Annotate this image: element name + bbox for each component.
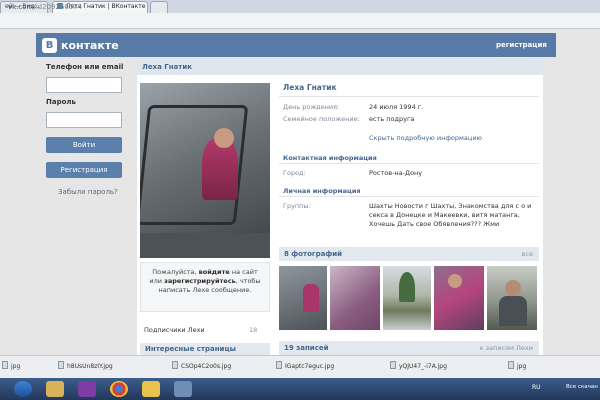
info-key-city: Город: bbox=[283, 169, 306, 177]
media-player-icon[interactable] bbox=[78, 381, 96, 397]
divider bbox=[279, 196, 539, 197]
new-tab-button[interactable] bbox=[150, 1, 168, 13]
download-item[interactable]: jpg bbox=[508, 361, 526, 373]
photo-thumb[interactable] bbox=[487, 266, 537, 330]
info-value-city[interactable]: Ростов-на-Дону bbox=[369, 169, 422, 177]
download-item[interactable]: IGaptc7eguc.jpg bbox=[276, 361, 334, 373]
photo-thumb[interactable] bbox=[279, 266, 327, 330]
info-key-relationship: Семейное положение: bbox=[283, 115, 360, 123]
register-link[interactable]: зарегистрируйтесь bbox=[164, 277, 236, 285]
personal-info-title: Личная информация bbox=[283, 187, 361, 195]
login-button[interactable]: Войти bbox=[46, 137, 122, 153]
hide-info-link[interactable]: Скрыть подробную информацию bbox=[369, 134, 482, 142]
password-label: Пароль bbox=[46, 98, 76, 106]
download-item[interactable]: jpg bbox=[2, 361, 20, 373]
file-icon bbox=[2, 361, 8, 369]
file-icon bbox=[508, 361, 514, 369]
address-bar[interactable] bbox=[0, 13, 600, 29]
chrome-icon[interactable] bbox=[110, 381, 128, 397]
write-message-box: Пожалуйста, войдите на сайт или зарегист… bbox=[140, 262, 270, 312]
download-name: yQJU47_-i7A.jpg bbox=[399, 363, 447, 370]
file-icon bbox=[390, 361, 396, 369]
subscribers-label[interactable]: Подписчики Лехи bbox=[144, 326, 205, 334]
url-host: vk.com/ bbox=[8, 3, 36, 11]
info-key-groups: Группы: bbox=[283, 202, 311, 210]
photo-thumb[interactable] bbox=[330, 266, 380, 330]
language-indicator[interactable]: RU bbox=[532, 384, 541, 391]
divider bbox=[279, 163, 539, 164]
download-item[interactable]: yQJU47_-i7A.jpg bbox=[390, 361, 447, 373]
thumb-tree bbox=[399, 272, 415, 302]
posts-title: 19 записей bbox=[284, 344, 329, 352]
profile-header-name: Леха Гнатик bbox=[142, 63, 192, 71]
app-icon[interactable] bbox=[142, 381, 160, 397]
vk-logo-text: контакте bbox=[61, 38, 119, 52]
profile-name: Леха Гнатик bbox=[283, 83, 337, 92]
info-value-relationship: есть подруга bbox=[369, 115, 415, 123]
register-button[interactable]: Регистрация bbox=[46, 162, 122, 178]
phone-input[interactable] bbox=[46, 77, 122, 93]
phone-label: Телефон или email bbox=[46, 63, 124, 71]
photos-all-link[interactable]: все bbox=[522, 250, 533, 258]
app-icon[interactable] bbox=[174, 381, 192, 397]
url-path: id209266574 bbox=[35, 3, 83, 11]
download-name: IGaptc7eguc.jpg bbox=[285, 363, 335, 370]
interesting-pages-title: Интересные страницы bbox=[145, 345, 236, 353]
download-name: jpg bbox=[517, 363, 527, 370]
forgot-password-link[interactable]: Забыли пароль? bbox=[58, 188, 118, 196]
info-key-birthday: День рождения: bbox=[283, 103, 340, 111]
header-register-link[interactable]: регистрация bbox=[496, 41, 547, 49]
address-url[interactable]: vk.com/id209266574 bbox=[8, 3, 82, 11]
file-icon bbox=[276, 361, 282, 369]
download-item[interactable]: CSOp4C2o0s.jpg bbox=[172, 361, 231, 373]
vk-logo[interactable]: В контакте bbox=[42, 37, 119, 53]
login-link[interactable]: войдите bbox=[199, 268, 230, 276]
photos-header[interactable]: 8 фотографий все bbox=[279, 247, 539, 261]
profile-photo[interactable] bbox=[140, 83, 270, 258]
photo-thumb[interactable] bbox=[383, 266, 431, 330]
thumb-person bbox=[303, 284, 319, 312]
write-message-text: Пожалуйста, войдите на сайт или зарегист… bbox=[149, 268, 261, 294]
thumb-face bbox=[448, 274, 462, 288]
vk-logo-icon: В bbox=[42, 37, 57, 53]
photo-thumb[interactable] bbox=[434, 266, 484, 330]
download-name: CSOp4C2o0s.jpg bbox=[181, 363, 232, 370]
divider bbox=[279, 96, 539, 97]
subscribers-count: 18 bbox=[249, 326, 258, 334]
file-icon bbox=[172, 361, 178, 369]
thumb-body bbox=[499, 296, 527, 326]
interesting-pages-header[interactable]: Интересные страницы bbox=[140, 343, 270, 355]
start-button-icon[interactable] bbox=[14, 381, 32, 397]
info-value-birthday[interactable]: 24 июля 1994 г. bbox=[369, 103, 423, 111]
contact-info-title: Контактная информация bbox=[283, 154, 377, 162]
file-icon bbox=[58, 361, 64, 369]
profile-header-bar bbox=[137, 59, 543, 75]
car-door bbox=[140, 233, 270, 258]
download-name: h8UsUn8zIY.jpg bbox=[67, 363, 113, 370]
tray-downloads-text[interactable]: Все скачан bbox=[566, 384, 598, 390]
download-name: jpg bbox=[11, 363, 21, 370]
posts-link[interactable]: к записям Лехи bbox=[480, 344, 533, 352]
person-head bbox=[214, 128, 234, 148]
info-value-groups[interactable]: Шахты Новости г Шахты, Знакомства для с … bbox=[369, 202, 534, 229]
posts-header[interactable]: 19 записей к записям Лехи bbox=[279, 341, 539, 355]
thumb-face bbox=[505, 280, 521, 296]
photos-title: 8 фотографий bbox=[284, 250, 343, 258]
download-item[interactable]: h8UsUn8zIY.jpg bbox=[58, 361, 113, 373]
password-input[interactable] bbox=[46, 112, 122, 128]
explorer-icon[interactable] bbox=[46, 381, 64, 397]
